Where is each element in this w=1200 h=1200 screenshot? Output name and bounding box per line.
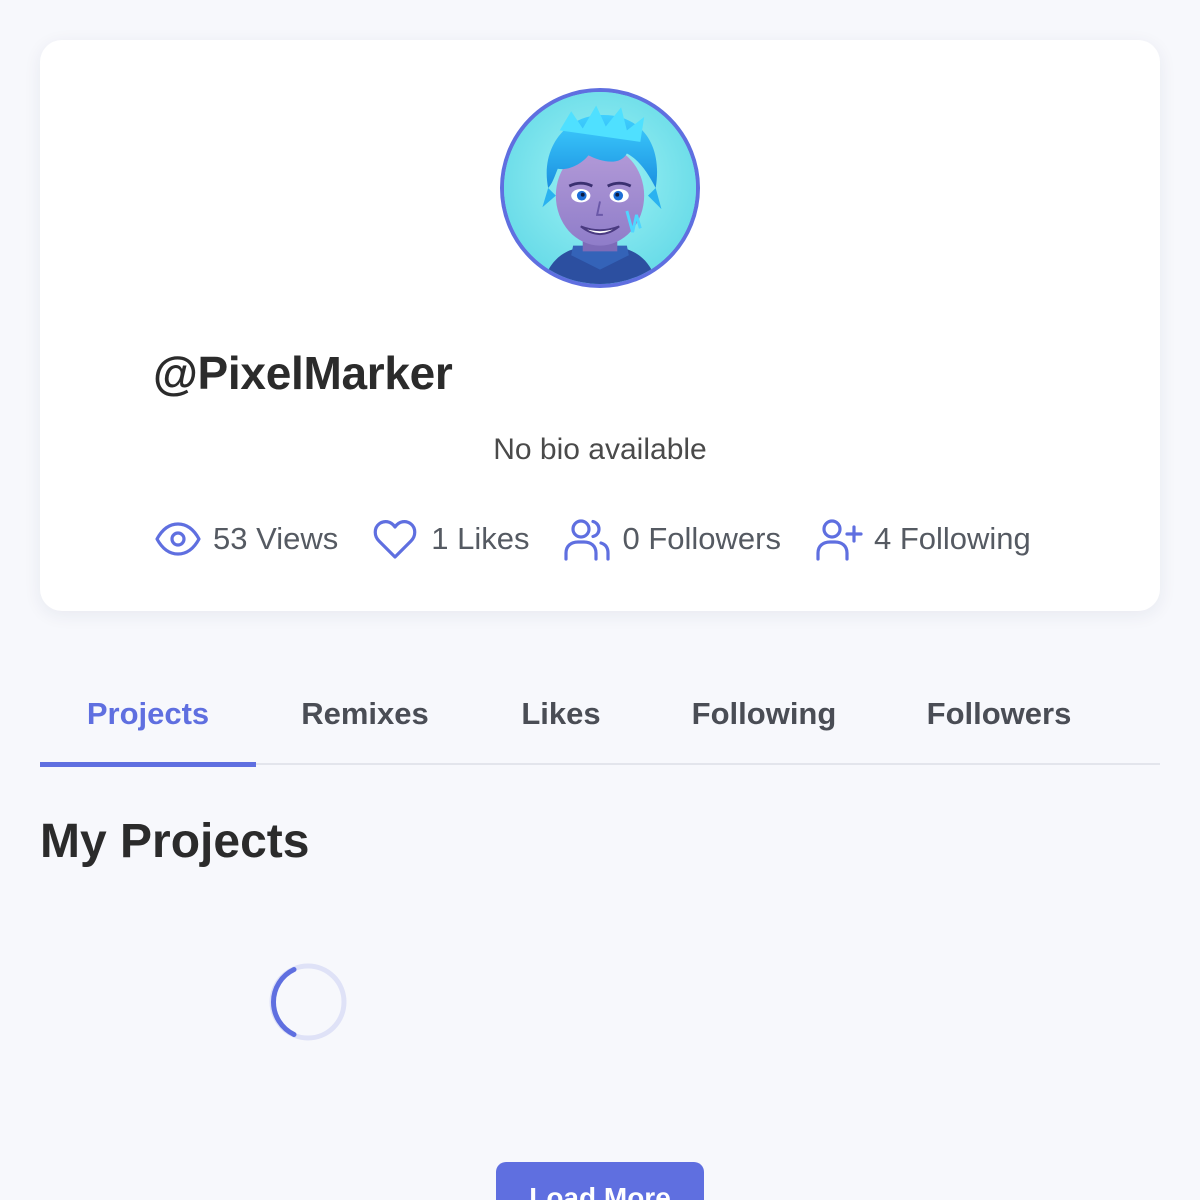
- load-more-button[interactable]: Load More: [496, 1162, 704, 1200]
- stat-followers-label: 0 Followers: [622, 521, 781, 556]
- tab-likes[interactable]: Likes: [474, 668, 648, 765]
- avatar[interactable]: [500, 88, 700, 288]
- username: @PixelMarker: [153, 347, 453, 399]
- tab-followers[interactable]: Followers: [880, 668, 1118, 765]
- profile-tabs: Projects Remixes Likes Following Followe…: [40, 668, 1160, 767]
- stat-likes: 1 Likes: [371, 514, 529, 564]
- stat-following: 4 Following: [814, 514, 1031, 564]
- stat-views: 53 Views: [153, 514, 338, 564]
- section-title: My Projects: [40, 815, 310, 868]
- tab-remixes[interactable]: Remixes: [256, 668, 474, 765]
- profile-page: @PixelMarker No bio available 53 Views 1…: [0, 0, 1200, 1200]
- eye-icon: [153, 514, 203, 564]
- users-icon: [562, 514, 612, 564]
- stat-followers: 0 Followers: [562, 514, 781, 564]
- tab-projects[interactable]: Projects: [40, 668, 256, 767]
- loading-spinner-icon: [268, 962, 348, 1042]
- tab-following[interactable]: Following: [648, 668, 880, 765]
- stat-views-label: 53 Views: [213, 521, 339, 556]
- profile-stats: 53 Views 1 Likes 0 Followers 4 Following: [153, 514, 1064, 564]
- profile-card: @PixelMarker No bio available 53 Views 1…: [40, 40, 1160, 611]
- heart-icon: [371, 514, 419, 564]
- bio-text: No bio available: [493, 433, 707, 466]
- avatar-image: [504, 92, 696, 284]
- user-plus-icon: [814, 514, 864, 564]
- stat-likes-label: 1 Likes: [431, 521, 530, 556]
- stat-following-label: 4 Following: [873, 521, 1031, 556]
